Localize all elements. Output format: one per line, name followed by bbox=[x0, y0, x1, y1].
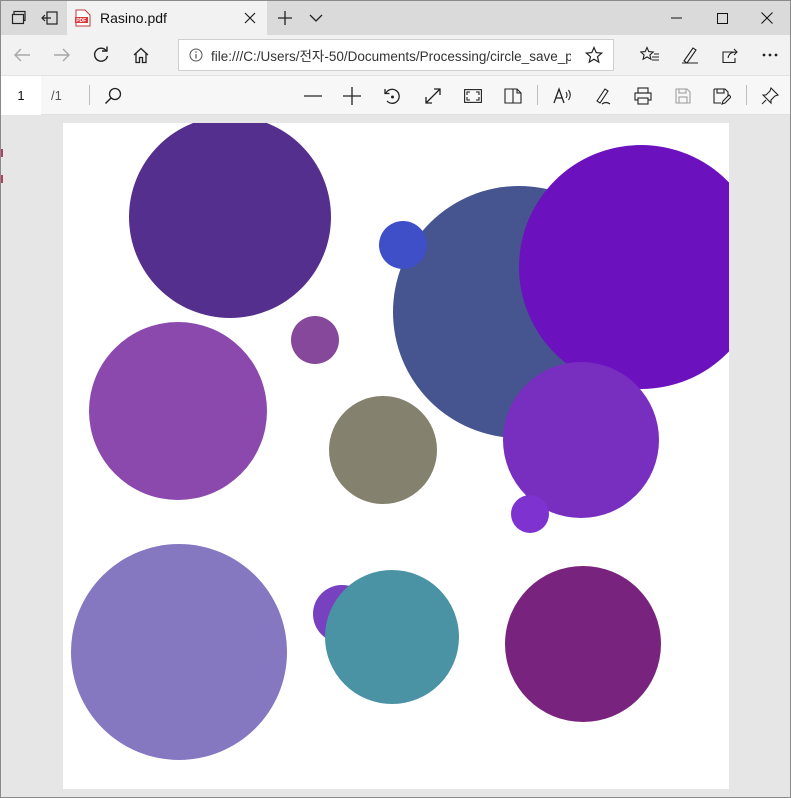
circle-olive-gray bbox=[329, 396, 437, 504]
search-icon[interactable] bbox=[97, 80, 129, 112]
tab-active[interactable]: PDF Rasino.pdf bbox=[67, 1, 267, 35]
circle-small-plum bbox=[291, 316, 339, 364]
edge-marker bbox=[1, 149, 3, 157]
save-as-icon[interactable] bbox=[706, 80, 738, 112]
print-icon[interactable] bbox=[627, 80, 659, 112]
save-icon[interactable] bbox=[667, 80, 699, 112]
new-tab-icon[interactable] bbox=[269, 1, 301, 35]
circle-magenta-dark bbox=[505, 566, 661, 722]
browser-window: PDF Rasino.pdf file:///C:/Users/전자-50/Do… bbox=[0, 0, 791, 798]
full-screen-icon[interactable] bbox=[457, 80, 489, 112]
tab-title: Rasino.pdf bbox=[100, 10, 167, 26]
info-icon[interactable] bbox=[189, 48, 203, 62]
circle-purple-mid-right bbox=[503, 362, 659, 518]
close-window-icon[interactable] bbox=[744, 1, 790, 35]
minimize-icon[interactable] bbox=[653, 1, 699, 35]
circle-dark-purple-top bbox=[129, 123, 331, 318]
address-url: file:///C:/Users/전자-50/Documents/Process… bbox=[211, 49, 571, 64]
address-bar[interactable]: file:///C:/Users/전자-50/Documents/Process… bbox=[178, 39, 614, 71]
pdf-toolbar: 1 /1 bbox=[1, 75, 790, 115]
share-icon[interactable] bbox=[714, 39, 746, 71]
set-aside-icon[interactable] bbox=[34, 1, 66, 35]
draw-icon[interactable] bbox=[587, 80, 619, 112]
refresh-icon[interactable] bbox=[85, 39, 117, 71]
pen-notes-icon[interactable] bbox=[674, 39, 706, 71]
toolbar-divider bbox=[746, 85, 747, 105]
circle-orchid-left bbox=[89, 322, 267, 500]
circle-lavender-large bbox=[71, 544, 287, 760]
toolbar-divider bbox=[537, 85, 538, 105]
tab-list-chevron-icon[interactable] bbox=[301, 1, 331, 35]
back-arrow-icon[interactable] bbox=[6, 39, 38, 71]
edge-marker bbox=[1, 175, 3, 183]
pdf-page bbox=[63, 123, 729, 789]
pdf-file-icon: PDF bbox=[75, 9, 91, 27]
circle-teal bbox=[325, 570, 459, 704]
toolbar-divider bbox=[89, 85, 90, 105]
circle-tiny-purple bbox=[511, 495, 549, 533]
circle-small-blue bbox=[379, 221, 427, 269]
page-view-icon[interactable] bbox=[497, 80, 529, 112]
fit-page-icon[interactable] bbox=[417, 80, 449, 112]
close-tab-icon[interactable] bbox=[241, 9, 259, 27]
more-icon[interactable] bbox=[754, 39, 786, 71]
pdf-viewer-area[interactable] bbox=[1, 115, 790, 797]
zoom-in-icon[interactable] bbox=[336, 80, 368, 112]
maximize-icon[interactable] bbox=[699, 1, 745, 35]
page-number-input[interactable]: 1 bbox=[1, 76, 41, 115]
pin-toolbar-icon[interactable] bbox=[754, 80, 786, 112]
favorite-star-icon[interactable] bbox=[585, 46, 603, 64]
forward-arrow-icon[interactable] bbox=[46, 39, 78, 71]
home-icon[interactable] bbox=[125, 39, 157, 71]
tabs-aside-icon[interactable] bbox=[3, 1, 35, 35]
navigation-bar: file:///C:/Users/전자-50/Documents/Process… bbox=[1, 35, 790, 75]
favorites-list-icon[interactable] bbox=[634, 39, 666, 71]
rotate-icon[interactable] bbox=[376, 80, 408, 112]
title-bar: PDF Rasino.pdf bbox=[1, 1, 790, 35]
read-aloud-icon[interactable] bbox=[547, 80, 579, 112]
svg-text:PDF: PDF bbox=[76, 18, 86, 24]
page-canvas bbox=[71, 123, 729, 760]
zoom-out-icon[interactable] bbox=[297, 80, 329, 112]
page-total: /1 bbox=[51, 88, 62, 103]
